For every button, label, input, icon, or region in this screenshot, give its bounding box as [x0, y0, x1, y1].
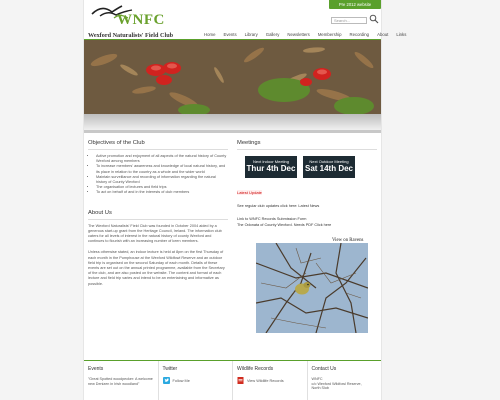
- nav-about[interactable]: About: [373, 31, 392, 39]
- about-paragraph-1: The Wexford Naturalists' Field Club was …: [88, 223, 222, 244]
- bird-photo: [256, 243, 368, 333]
- indoor-date: Thur 4th Dec: [246, 164, 296, 173]
- footer-contact: Contact Us WNFC c/o Wexford Wildfowl Res…: [308, 361, 382, 400]
- meetings-heading: Meetings: [237, 140, 261, 146]
- scarlet-elfcup-photo: [84, 40, 381, 114]
- main-nav: Home Events Library Gallery Newsletters …: [200, 31, 410, 39]
- list-item: Active promotion and enjoyment of all as…: [96, 154, 228, 164]
- footer-events: Events "Great Spotted woodpecker: A welc…: [84, 361, 159, 400]
- footer-wildlife-heading: Wildlife Records: [237, 366, 274, 372]
- odonata-pdf-link[interactable]: The Odonata of County Wexford. Needs PDF…: [237, 223, 367, 228]
- nav-events[interactable]: Events: [219, 31, 240, 39]
- list-item: To increase members' awareness and knowl…: [96, 164, 228, 174]
- latest-update-label: Latest Update: [237, 190, 262, 195]
- footer-events-link[interactable]: "Great Spotted woodpecker: A welcome new…: [88, 377, 154, 386]
- logo-text: WNFC: [117, 12, 165, 28]
- about-paragraph-2: Unless otherwise stated, an indoor lectu…: [88, 250, 225, 286]
- about-heading: About Us: [88, 209, 112, 216]
- objectives-list: Active promotion and enjoyment of all as…: [88, 154, 228, 196]
- footer-twitter: Twitter Follow Me: [159, 361, 233, 400]
- footer-wildlife: Wildlife Records View Wildlife Records: [233, 361, 308, 400]
- content-divider: [84, 130, 381, 133]
- divider: [88, 218, 228, 220]
- nav-membership[interactable]: Membership: [314, 31, 346, 39]
- left-column: Objectives of the Club Active promotion …: [88, 140, 228, 293]
- nav-gallery[interactable]: Gallery: [262, 31, 284, 39]
- warbler-on-branches-image: [256, 243, 368, 333]
- wildlife-records-label: View Wildlife Records: [247, 378, 284, 383]
- objectives-heading: Objectives of the Club: [88, 140, 145, 146]
- nav-home[interactable]: Home: [200, 31, 219, 39]
- next-outdoor-meeting-button[interactable]: Next Outdoor Meeting Sat 14th Dec: [303, 156, 355, 178]
- wildlife-records-link[interactable]: View Wildlife Records: [237, 377, 303, 384]
- footer-contact-heading: Contact Us: [311, 366, 337, 372]
- pdf-icon: [237, 377, 244, 384]
- footer: Events "Great Spotted woodpecker: A welc…: [84, 361, 381, 400]
- outdoor-label: Next Outdoor Meeting: [309, 159, 349, 164]
- twitter-follow-label: Follow Me: [172, 378, 190, 383]
- nav-links[interactable]: Links: [392, 31, 410, 39]
- records-form-link[interactable]: Link to WNFC Records Submission Form: [237, 217, 367, 222]
- footer-events-heading: Events: [88, 366, 104, 372]
- contact-address: WNFC c/o Wexford Wildfowl Reserve, North…: [311, 377, 362, 391]
- divider: [88, 149, 228, 150]
- pre-2012-website-button[interactable]: Pre 2012 website: [329, 0, 381, 9]
- twitter-follow-link[interactable]: Follow Me: [162, 377, 229, 384]
- search-input[interactable]: Search...: [331, 17, 367, 24]
- indoor-label: Next Indoor Meeting: [252, 159, 290, 164]
- divider: [237, 149, 377, 150]
- next-indoor-meeting-button[interactable]: Next Indoor Meeting Thur 4th Dec: [245, 156, 297, 178]
- hero-image: [84, 40, 381, 114]
- hero-reflection: [84, 114, 381, 130]
- search-icon[interactable]: [369, 14, 379, 24]
- meeting-boxes: Next Indoor Meeting Thur 4th Dec Next Ou…: [245, 156, 377, 178]
- right-column: Meetings Next Indoor Meeting Thur 4th De…: [237, 140, 377, 178]
- twitter-icon: [162, 377, 170, 384]
- latest-news-link[interactable]: See regular club updates click here: Lat…: [237, 204, 319, 209]
- outdoor-date: Sat 14th Dec: [304, 164, 354, 173]
- nav-recording[interactable]: Recording: [345, 31, 373, 39]
- list-item: Maintain surveillance and recording of i…: [96, 175, 228, 185]
- footer-twitter-heading: Twitter: [162, 366, 178, 372]
- logo-subtitle: Wexford Naturalists' Field Club: [88, 32, 174, 39]
- nav-newsletters[interactable]: Newsletters: [283, 31, 313, 39]
- nav-library[interactable]: Library: [241, 31, 262, 39]
- site-logo[interactable]: WNFC Wexford Naturalists' Field Club: [88, 2, 182, 39]
